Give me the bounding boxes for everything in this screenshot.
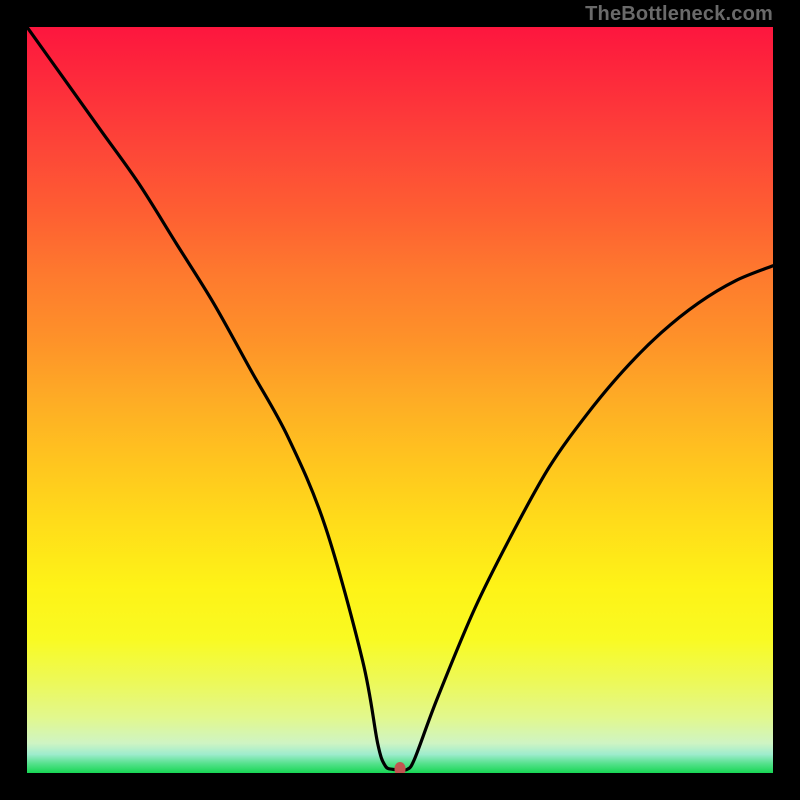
watermark-label: TheBottleneck.com bbox=[585, 3, 773, 26]
frame: TheBottleneck.com bbox=[0, 0, 800, 800]
plot-area bbox=[27, 27, 773, 773]
min-marker-icon bbox=[395, 762, 406, 773]
bottleneck-curve bbox=[27, 27, 773, 773]
